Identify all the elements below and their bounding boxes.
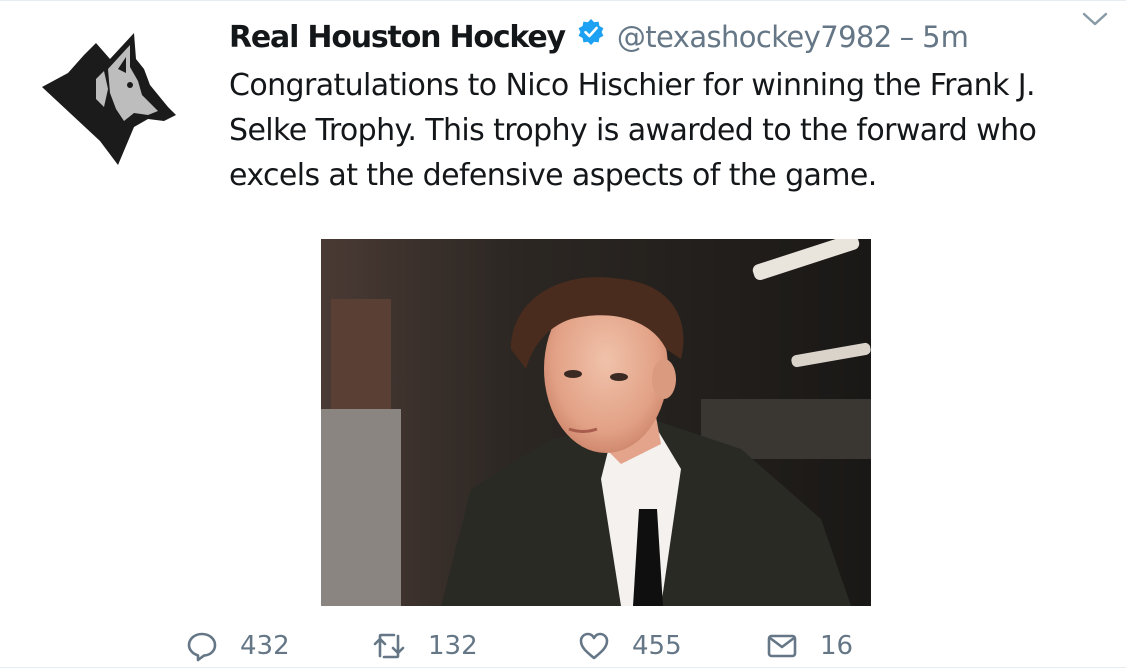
tweet-menu-button[interactable] (1082, 9, 1108, 29)
header-separator: – (899, 20, 915, 54)
tweet-timestamp[interactable]: 5m (922, 20, 969, 54)
like-button[interactable]: 455 (578, 623, 682, 668)
retweet-icon (373, 633, 405, 659)
wolf-logo-icon (42, 33, 176, 165)
tweet-actions: 432 132 455 16 (186, 623, 906, 668)
profile-avatar[interactable] (38, 29, 180, 171)
heart-icon (579, 632, 609, 660)
tweet-header: Real Houston Hockey @texashockey7982 – 5… (229, 15, 969, 59)
retweet-button[interactable]: 132 (372, 623, 478, 668)
chevron-down-icon (1082, 12, 1108, 26)
verified-badge-icon (578, 19, 604, 45)
direct-message-button[interactable]: 16 (766, 623, 853, 668)
reply-icon (187, 632, 217, 662)
tweet-card[interactable]: Real Houston Hockey @texashockey7982 – 5… (0, 0, 1126, 668)
reply-button[interactable]: 432 (186, 623, 290, 668)
tweet-text: Congratulations to Nico Hischier for win… (229, 68, 1037, 193)
photo-image (321, 239, 871, 606)
like-count: 455 (632, 631, 682, 661)
author-name[interactable]: Real Houston Hockey (229, 20, 566, 55)
reply-count: 432 (240, 631, 290, 661)
message-count: 16 (820, 631, 854, 661)
envelope-icon (767, 634, 797, 658)
retweet-count: 132 (428, 631, 478, 661)
tweet-photo[interactable] (321, 239, 871, 606)
author-handle[interactable]: @texashockey7982 (617, 20, 892, 54)
